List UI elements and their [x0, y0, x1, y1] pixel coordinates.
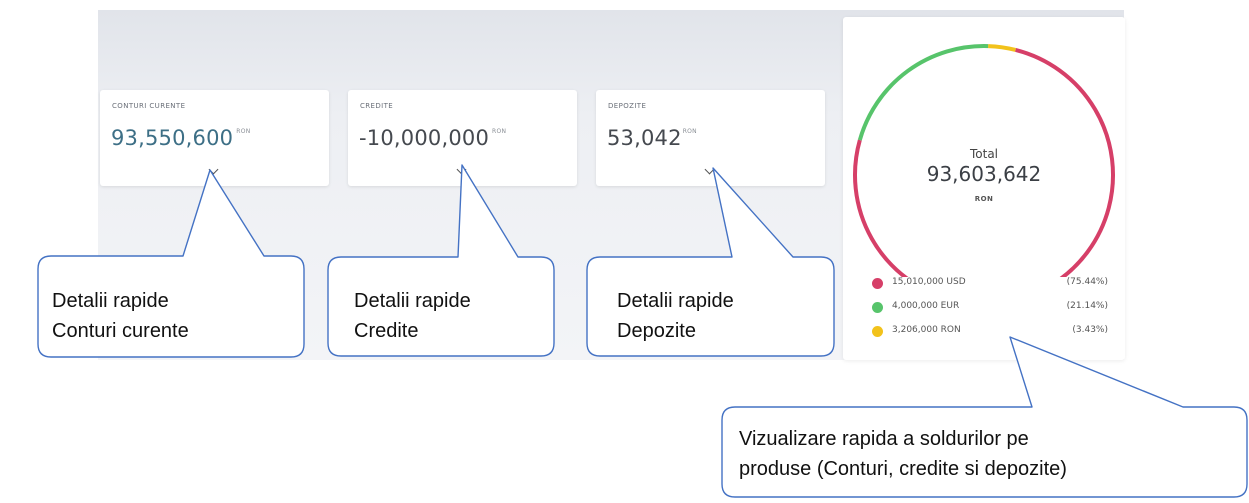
- callout-line: produse (Conturi, credite si depozite): [739, 458, 1067, 480]
- callout-text-credite: Detalii rapide Credite: [354, 286, 471, 346]
- callout-line: Vizualizare rapida a soldurilor pe: [739, 428, 1029, 450]
- callout-line: Credite: [354, 320, 419, 342]
- callout-line: Detalii rapide: [617, 290, 734, 312]
- callout-line: Detalii rapide: [52, 290, 169, 312]
- callout-text-depozite: Detalii rapide Depozite: [617, 286, 734, 346]
- callout-text-conturi: Detalii rapide Conturi curente: [52, 286, 189, 346]
- callout-text-vizualizare: Vizualizare rapida a soldurilor pe produ…: [739, 424, 1067, 484]
- callout-line: Conturi curente: [52, 320, 189, 342]
- callout-line: Depozite: [617, 320, 696, 342]
- callout-line: Detalii rapide: [354, 290, 471, 312]
